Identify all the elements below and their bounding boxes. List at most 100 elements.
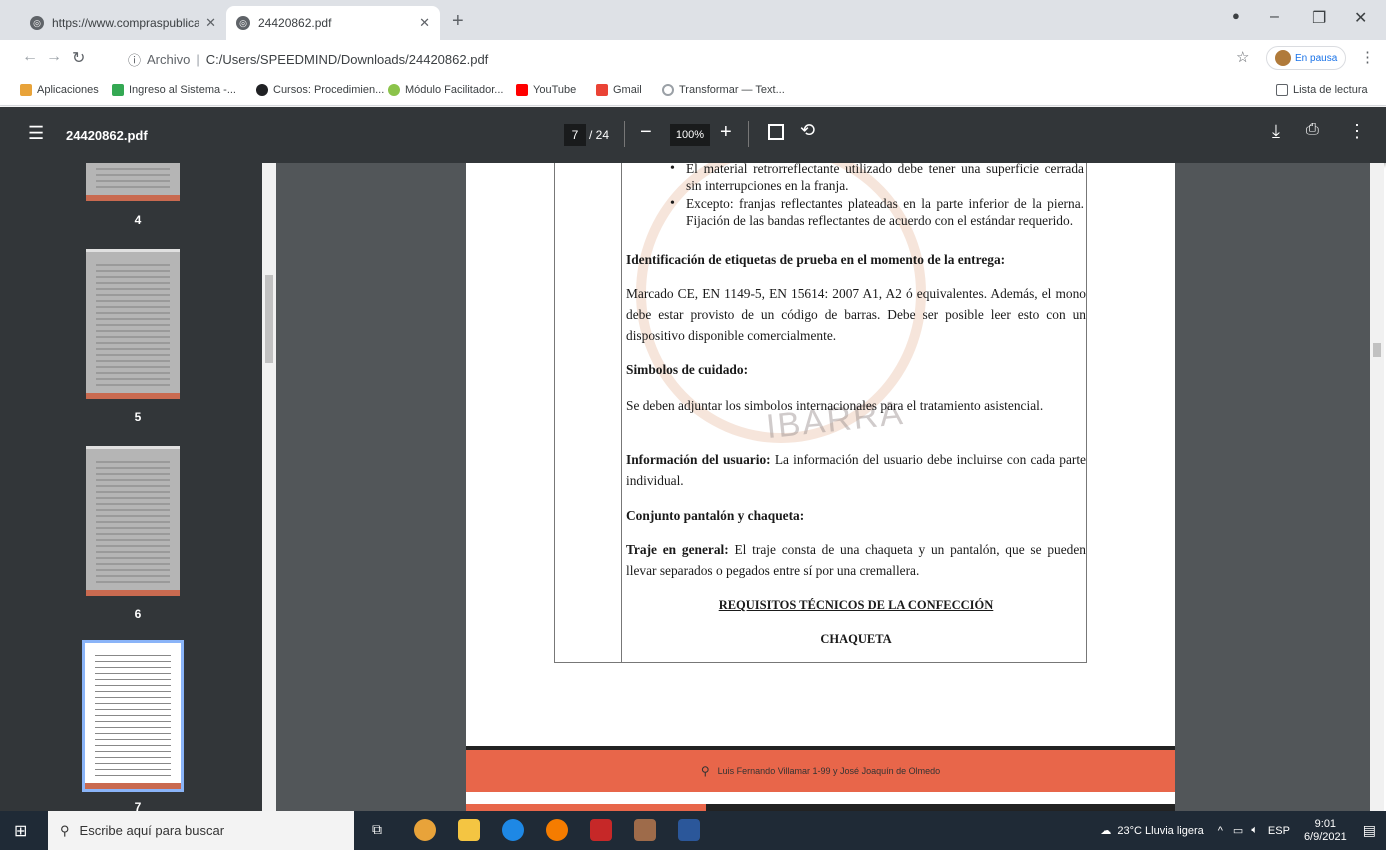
url-text: C:/Users/SPEEDMIND/Downloads/24420862.pd… bbox=[205, 51, 489, 67]
thumbnail-page-5[interactable] bbox=[86, 249, 180, 399]
site-icon bbox=[256, 84, 268, 96]
heading-requisitos: REQUISITOS TÉCNICOS DE LA CONFECCIÓN bbox=[718, 598, 994, 612]
bookmark-label: Gmail bbox=[613, 84, 642, 96]
windows-taskbar: ⊞ ⚲ Escribe aquí para buscar ⧉ ☁ 23°C Ll… bbox=[0, 811, 1386, 850]
edge-icon[interactable] bbox=[502, 819, 524, 841]
print-icon[interactable]: ⎙ bbox=[1306, 121, 1319, 139]
close-icon[interactable]: ✕ bbox=[205, 15, 216, 31]
new-tab-button[interactable]: + bbox=[452, 10, 464, 33]
heading-simbolos: Simbolos de cuidado: bbox=[626, 362, 749, 377]
bookmark-modulo[interactable]: Módulo Facilitador... bbox=[388, 84, 503, 96]
system-tray: ☁ 23°C Lluvia ligera ^ ▭ 🔈︎ ESP 9:01 6/9… bbox=[1100, 811, 1376, 850]
zoom-input[interactable]: 100% bbox=[670, 124, 710, 146]
globe-icon: ◎ bbox=[236, 16, 250, 30]
network-icon[interactable]: ▭ bbox=[1233, 824, 1243, 837]
heading-etiquetas: Identificación de etiquetas de prueba en… bbox=[626, 252, 1006, 267]
scroll-thumb[interactable] bbox=[1373, 343, 1381, 357]
tab-compraspublicas[interactable]: ◎ https://www.compraspublicas.g ✕ bbox=[20, 6, 226, 40]
taskbar-search[interactable]: ⚲ Escribe aquí para buscar bbox=[48, 811, 354, 850]
pdf-filename: 24420862.pdf bbox=[66, 128, 148, 143]
forward-button[interactable]: → bbox=[46, 48, 62, 66]
bookmark-apps[interactable]: Aplicaciones bbox=[20, 84, 99, 96]
task-view-icon[interactable]: ⧉ bbox=[372, 821, 382, 838]
hamburger-menu-icon[interactable]: ☰ bbox=[28, 123, 44, 144]
bookmark-gmail[interactable]: Gmail bbox=[596, 84, 642, 96]
paragraph-traje: Traje en general: El traje consta de una… bbox=[626, 539, 1086, 581]
profile-label: En pausa bbox=[1295, 52, 1338, 64]
notifications-icon[interactable]: ▤ bbox=[1363, 822, 1376, 839]
footer-address: Luis Fernando Villamar 1-99 y José Joaqu… bbox=[717, 766, 941, 776]
chrome-icon[interactable] bbox=[414, 819, 436, 841]
app-icon-active[interactable] bbox=[634, 819, 656, 841]
window-close-button[interactable]: ✕ bbox=[1354, 8, 1367, 28]
page-number-input[interactable]: 7 bbox=[564, 124, 586, 146]
star-icon[interactable]: ☆ bbox=[1236, 48, 1249, 66]
search-icon: ⚲ bbox=[60, 822, 70, 838]
download-icon[interactable]: ⤓ bbox=[1272, 121, 1280, 142]
thumbnail-label: 7 bbox=[134, 800, 142, 811]
bullet-material: El material retrorreflectante utilizado … bbox=[670, 163, 1084, 194]
site-icon bbox=[388, 84, 400, 96]
address-bar[interactable]: ⓘ Archivo | C:/Users/SPEEDMIND/Downloads… bbox=[128, 46, 1248, 72]
search-placeholder: Escribe aquí para buscar bbox=[79, 823, 225, 838]
record-icon[interactable]: ● bbox=[1232, 8, 1240, 23]
minimize-button[interactable]: – bbox=[1270, 8, 1279, 26]
bookmark-label: Ingreso al Sistema -... bbox=[129, 84, 236, 96]
scroll-thumb[interactable] bbox=[265, 275, 273, 363]
pdf-toolbar: ☰ 24420862.pdf 7 / 24 − 100% + ⟲ ⤓ ⎙ ⋮ bbox=[0, 107, 1386, 163]
paragraph-simbolos: Se deben adjuntar los simbolos internaci… bbox=[626, 398, 1044, 413]
fit-page-icon[interactable] bbox=[768, 124, 784, 140]
thumbnail-label: 5 bbox=[134, 410, 142, 424]
clock[interactable]: 9:01 6/9/2021 bbox=[1304, 818, 1347, 844]
thumbnail-label: 6 bbox=[134, 607, 142, 621]
gmail-icon bbox=[596, 84, 608, 96]
file-explorer-icon[interactable] bbox=[458, 819, 480, 841]
more-actions-icon[interactable]: ⋮ bbox=[1348, 121, 1366, 142]
reading-list-button[interactable]: Lista de lectura bbox=[1276, 84, 1368, 96]
thumbnail-page-6[interactable] bbox=[86, 446, 180, 596]
bookmark-label: Transformar — Text... bbox=[679, 84, 785, 96]
sidebar-scrollbar[interactable] bbox=[262, 163, 276, 811]
bullet-excepto: Excepto: franjas reflectantes plateadas … bbox=[670, 195, 1084, 229]
table-divider bbox=[621, 163, 622, 663]
weather-icon[interactable]: ☁ bbox=[1100, 824, 1111, 837]
info-label: Información del usuario: bbox=[626, 452, 771, 467]
reload-button[interactable]: ↻ bbox=[72, 48, 85, 68]
tab-pdf[interactable]: ◎ 24420862.pdf ✕ bbox=[226, 6, 440, 40]
thumbnail-sidebar: 4 5 6 7 bbox=[0, 163, 276, 811]
thumbnail-page-4[interactable] bbox=[86, 163, 180, 201]
tray-chevron-icon[interactable]: ^ bbox=[1218, 825, 1223, 837]
thumbnail-page-7-selected[interactable] bbox=[82, 640, 184, 792]
volume-icon[interactable]: 🔈︎ bbox=[1251, 824, 1258, 837]
bookmark-transformar[interactable]: Transformar — Text... bbox=[662, 84, 785, 96]
bookmark-ingreso[interactable]: Ingreso al Sistema -... bbox=[112, 84, 236, 96]
bookmark-cursos[interactable]: Cursos: Procedimien... bbox=[256, 84, 384, 96]
windows-start-icon[interactable]: ⊞ bbox=[14, 821, 27, 841]
page-scrollbar[interactable] bbox=[1370, 163, 1384, 811]
back-button[interactable]: ← bbox=[22, 48, 38, 66]
reading-list-label: Lista de lectura bbox=[1293, 84, 1368, 96]
info-icon[interactable]: ⓘ bbox=[128, 50, 141, 69]
word-icon[interactable] bbox=[678, 819, 700, 841]
bookmark-label: Cursos: Procedimien... bbox=[273, 84, 385, 96]
paragraph-marcado: Marcado CE, EN 1149-5, EN 15614: 2007 A1… bbox=[626, 286, 1086, 343]
menu-dots-icon[interactable]: ⋮ bbox=[1360, 48, 1375, 66]
language-indicator[interactable]: ESP bbox=[1268, 825, 1290, 837]
bookmark-youtube[interactable]: YouTube bbox=[516, 84, 576, 96]
zoom-in-button[interactable]: + bbox=[720, 121, 732, 144]
rotate-icon[interactable]: ⟲ bbox=[800, 120, 815, 141]
weather-text[interactable]: 23°C Lluvia ligera bbox=[1117, 825, 1203, 837]
globe-icon: ◎ bbox=[30, 16, 44, 30]
maximize-button[interactable]: ❐ bbox=[1312, 8, 1326, 28]
app-icon[interactable] bbox=[590, 819, 612, 841]
tab-title: 24420862.pdf bbox=[258, 16, 332, 30]
leaf-icon bbox=[112, 84, 124, 96]
heading-conjunto: Conjunto pantalón y chaqueta: bbox=[626, 508, 805, 523]
tab-strip: ◎ https://www.compraspublicas.g ✕ ◎ 2442… bbox=[0, 0, 1386, 40]
firefox-icon[interactable] bbox=[546, 819, 568, 841]
zoom-out-button[interactable]: − bbox=[640, 121, 652, 144]
close-icon[interactable]: ✕ bbox=[419, 15, 430, 31]
profile-button[interactable]: En pausa bbox=[1266, 46, 1347, 70]
heading-chaqueta: CHAQUETA bbox=[820, 632, 892, 646]
thumbnail-label: 4 bbox=[134, 213, 142, 227]
